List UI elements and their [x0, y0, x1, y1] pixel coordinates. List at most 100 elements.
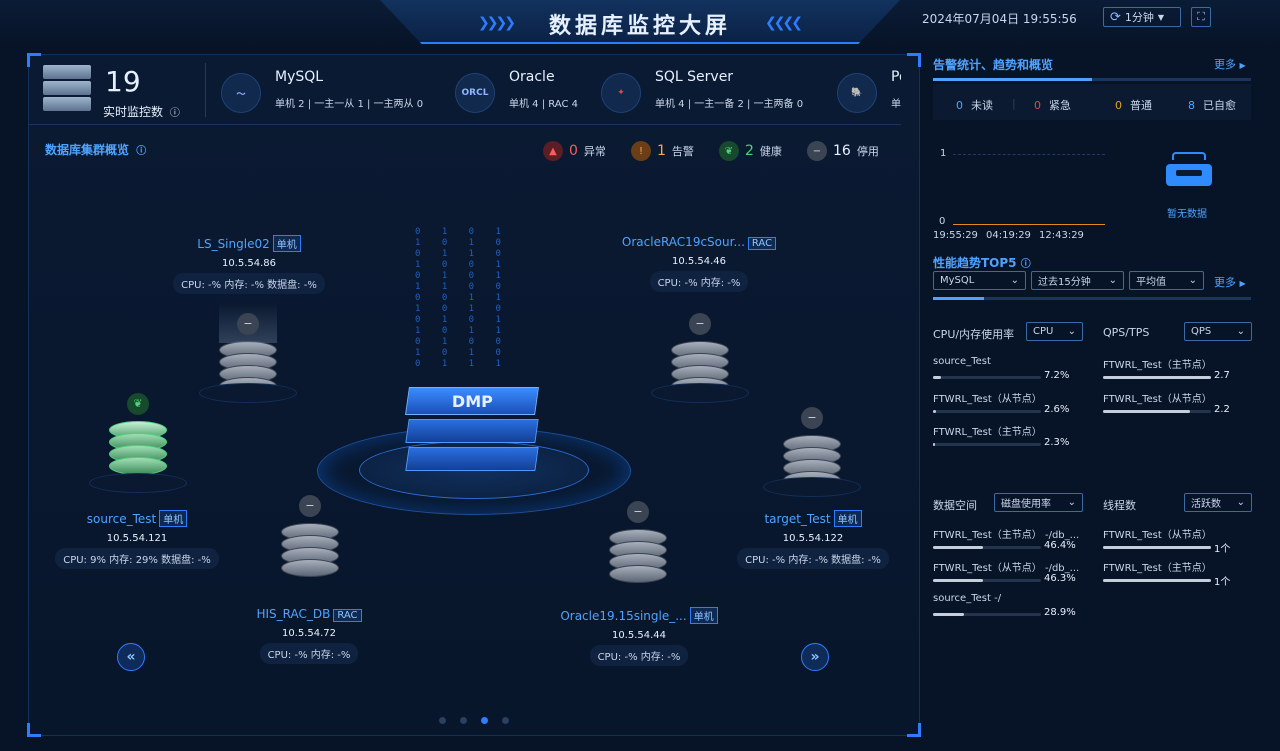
page-dot-active[interactable] — [481, 717, 488, 724]
node-name[interactable]: OracleRAC19cSour... — [622, 235, 745, 249]
threads-label: 线程数 — [1103, 499, 1136, 512]
refresh-icon: ⟳ — [1110, 9, 1121, 25]
status-healthy[interactable]: ❦ 2 健康 — [719, 141, 782, 161]
empty-text: 暂无数据 — [1167, 209, 1207, 220]
item-name: source_Test -/ — [933, 593, 1002, 604]
time-range-select[interactable]: 过去15分钟 ⌄ — [1031, 271, 1124, 290]
qps-item[interactable]: FTWRL_Test（主节点） 2.7 — [1103, 356, 1251, 381]
node-name[interactable]: Oracle19.15single_... — [560, 609, 686, 623]
node-name[interactable]: target_Test — [764, 512, 830, 526]
item-track — [933, 613, 1041, 616]
item-value: 2.2 — [1214, 404, 1230, 415]
page-dot[interactable] — [460, 717, 467, 724]
node-tag: 单机 — [272, 235, 301, 252]
threads-metric-select[interactable]: 活跃数 ⌄ — [1184, 493, 1252, 512]
db-cylinder-ls-single02[interactable]: − — [199, 303, 297, 403]
mysql-dolphin-icon: 〜 — [221, 73, 261, 113]
item-track — [1103, 546, 1211, 549]
cpu-item[interactable]: FTWRL_Test（主节点） 2.3% — [933, 423, 1081, 448]
title-plate: 数据库监控大屏 — [380, 0, 900, 44]
alert-unread[interactable]: 0 未读 — [956, 97, 993, 113]
cluster-title: 数据库集群概览 ⓘ — [45, 141, 146, 158]
alerts-title: 告警统计、趋势和概览 — [933, 58, 1054, 72]
space-item[interactable]: FTWRL_Test（从节点） -/db_... 46.3% — [933, 559, 1081, 584]
space-item[interactable]: FTWRL_Test（主节点） -/db_... 46.4% — [933, 526, 1081, 551]
page-dot[interactable] — [502, 717, 509, 724]
status-count: 1 — [657, 143, 666, 159]
chevron-down-icon: ⌄ — [1236, 326, 1245, 337]
more-label: 更多 — [1214, 58, 1236, 71]
threads-item[interactable]: FTWRL_Test（主节点） 1个 — [1103, 559, 1251, 588]
node-name[interactable]: LS_Single02 — [197, 237, 269, 251]
node-name[interactable]: HIS_RAC_DB — [256, 607, 330, 621]
item-value: 46.3% — [1044, 573, 1076, 584]
prev-page-button[interactable]: « — [117, 643, 145, 671]
perf-title: 性能趋势TOP5 ⓘ — [933, 254, 1031, 271]
db-cylinder-source-test[interactable]: ❦ — [89, 393, 187, 493]
caret-right-icon: ▶ — [1239, 61, 1246, 70]
cpu-item[interactable]: source_Test 7.2% — [933, 356, 1081, 381]
db-cylinder-target-test[interactable]: − — [763, 407, 861, 497]
refresh-interval-select[interactable]: ⟳ 1分钟 ▼ — [1103, 7, 1181, 27]
alert-icon: ! — [631, 141, 651, 161]
item-track — [1103, 376, 1211, 379]
select-value: CPU — [1033, 326, 1054, 337]
next-page-button[interactable]: » — [801, 643, 829, 671]
alerts-more-link[interactable]: 更多 ▶ — [1214, 56, 1246, 72]
node-oracle19-15[interactable]: Oracle19.15single_... 单机 10.5.54.44 CPU: … — [539, 607, 739, 666]
fullscreen-icon: ⛶ — [1197, 10, 1205, 23]
info-icon[interactable]: ⓘ — [170, 108, 180, 119]
panel-corner — [27, 723, 41, 737]
info-icon[interactable]: ⓘ — [136, 146, 146, 157]
sqlserver-icon: ✦ — [601, 73, 641, 113]
db-cylinder-oracle19-15[interactable]: − — [609, 501, 667, 583]
aggregation-select[interactable]: 平均值 ⌄ — [1129, 271, 1204, 290]
cpu-item[interactable]: FTWRL_Test（从节点） 2.6% — [933, 390, 1081, 415]
info-icon[interactable]: ⓘ — [1021, 259, 1031, 270]
status-count: 0 — [569, 143, 578, 159]
fullscreen-button[interactable]: ⛶ — [1191, 7, 1211, 27]
refresh-interval-value: 1分钟 — [1124, 11, 1154, 24]
page-dot[interactable] — [439, 717, 446, 724]
space-metric-select[interactable]: 磁盘使用率 ⌄ — [994, 493, 1083, 512]
node-tag: 单机 — [833, 510, 862, 527]
cylinder-base — [763, 477, 861, 497]
alert-urgent[interactable]: 0 紧急 — [1034, 97, 1071, 113]
perf-more-link[interactable]: 更多 ▶ — [1214, 274, 1246, 290]
alert-normal[interactable]: 0 普通 — [1115, 97, 1152, 113]
select-value: 磁盘使用率 — [1001, 499, 1051, 510]
cpu-label: CPU/内存使用率 — [933, 328, 1015, 341]
item-value: 2.3% — [1044, 437, 1070, 448]
db-type-select[interactable]: MySQL ⌄ — [933, 271, 1026, 290]
section-underline — [933, 78, 1251, 81]
status-abnormal[interactable]: ▲ 0 异常 — [543, 141, 606, 161]
status-disabled[interactable]: − 16 停用 — [807, 141, 879, 161]
header: 数据库监控大屏 ❯❯❯❯ ❮❮❮❮ 2024年07月04日 19:55:56 ⟳… — [0, 0, 1280, 48]
item-name: FTWRL_Test（主节点） — [1103, 563, 1212, 574]
node-target-test[interactable]: target_Test 单机 10.5.54.122 CPU: -% 内存: -%… — [735, 510, 891, 569]
cylinder-base — [199, 383, 297, 403]
item-fill — [1103, 376, 1211, 379]
space-item[interactable]: source_Test -/ 28.9% — [933, 593, 1081, 618]
db-cylinder-his-rac-db[interactable]: − — [281, 495, 339, 577]
status-alarm[interactable]: ! 1 告警 — [631, 141, 694, 161]
cpu-metric-select[interactable]: CPU ⌄ — [1026, 322, 1083, 341]
node-oraclerac19c[interactable]: OracleRAC19cSour... RAC 10.5.54.46 CPU: -… — [599, 235, 799, 292]
alert-self-healed[interactable]: 8 已自愈 — [1188, 97, 1236, 113]
node-ls-single02[interactable]: LS_Single02 单机 10.5.54.86 CPU: -% 内存: -% … — [159, 235, 339, 294]
db-cylinder-oraclerac19c[interactable]: − — [651, 313, 749, 403]
threads-item[interactable]: FTWRL_Test（从节点） 1个 — [1103, 526, 1251, 555]
node-source-test[interactable]: source_Test 单机 10.5.54.121 CPU: 9% 内存: 29… — [47, 510, 227, 569]
space-label: 数据空间 — [933, 499, 977, 512]
qps-item[interactable]: FTWRL_Test（从节点） 2.2 — [1103, 390, 1251, 415]
item-name: FTWRL_Test（从节点） — [1103, 530, 1212, 541]
node-name[interactable]: source_Test — [87, 512, 156, 526]
item-fill — [933, 443, 936, 446]
qps-metric-select[interactable]: QPS ⌄ — [1184, 322, 1252, 341]
alert-count: 8 — [1188, 99, 1195, 112]
item-fill — [933, 579, 983, 582]
chevron-down-icon: ⌄ — [1236, 497, 1245, 508]
node-his-rac-db[interactable]: HIS_RAC_DB RAC 10.5.54.72 CPU: -% 内存: -% — [219, 607, 399, 664]
alert-trend-chart: 1 0 19:55:29 04:19:29 12:43:29 — [933, 138, 1113, 248]
title-deco-right-icon: ❮❮❮❮ — [765, 15, 803, 31]
